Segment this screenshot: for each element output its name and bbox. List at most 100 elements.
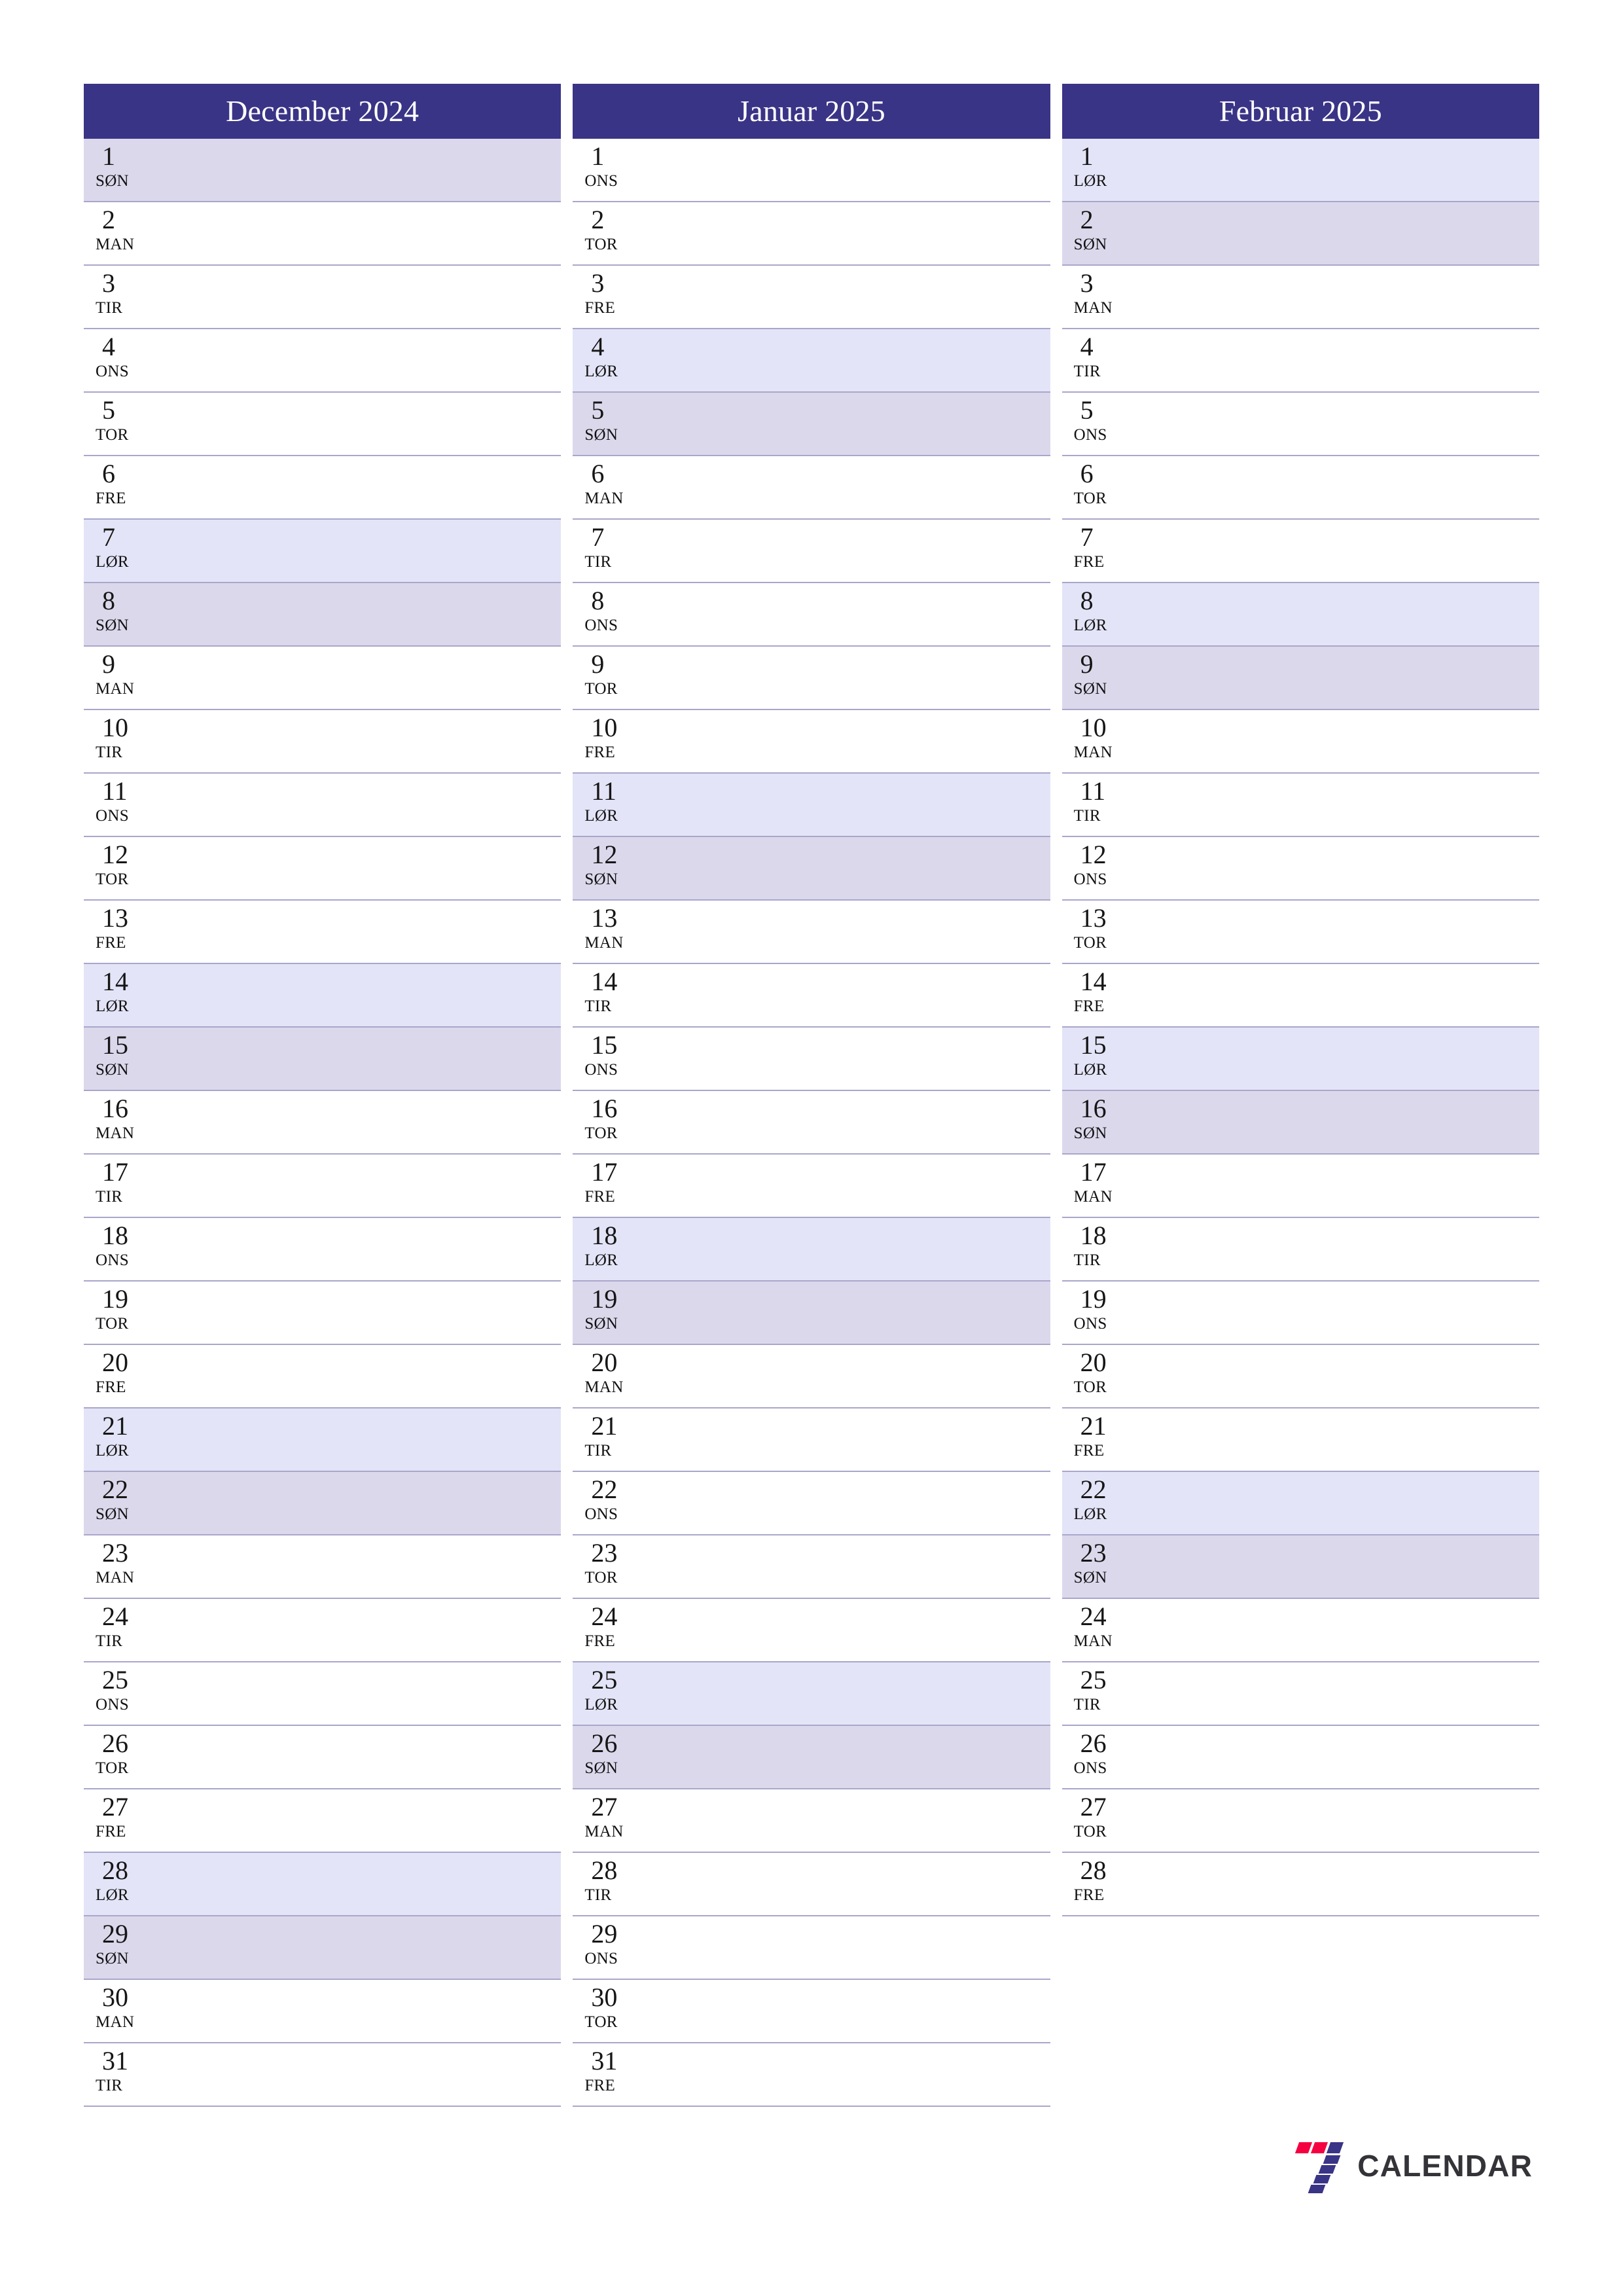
day-row[interactable]: 29 SØN <box>84 1916 562 1980</box>
day-row[interactable]: 19 SØN <box>573 1282 1050 1345</box>
day-row[interactable]: 26 TOR <box>84 1726 562 1789</box>
day-number: 19 <box>1080 1284 1107 1314</box>
day-row[interactable]: 28 LØR <box>84 1853 562 1916</box>
day-row[interactable]: 22 ONS <box>573 1472 1050 1535</box>
day-row[interactable]: 5 ONS <box>1061 393 1539 456</box>
day-row[interactable]: 6 TOR <box>1061 456 1539 520</box>
day-row[interactable]: 31 FRE <box>573 2043 1050 2107</box>
day-row[interactable]: 2 TOR <box>573 202 1050 266</box>
day-row[interactable]: 20 TOR <box>1061 1345 1539 1408</box>
day-row[interactable]: 25 TIR <box>1061 1662 1539 1726</box>
day-row[interactable]: 10 TIR <box>84 710 562 774</box>
day-row[interactable]: 24 TIR <box>84 1599 562 1662</box>
day-row[interactable]: 27 FRE <box>84 1789 562 1853</box>
day-row[interactable]: 29 ONS <box>573 1916 1050 1980</box>
day-row[interactable]: 2 MAN <box>84 202 562 266</box>
day-row[interactable]: 22 SØN <box>84 1472 562 1535</box>
day-row[interactable]: 17 FRE <box>573 1155 1050 1218</box>
day-row[interactable]: 20 MAN <box>573 1345 1050 1408</box>
day-row[interactable]: 14 TIR <box>573 964 1050 1028</box>
day-row[interactable]: 17 MAN <box>1061 1155 1539 1218</box>
day-row[interactable]: 13 TOR <box>1061 901 1539 964</box>
day-row[interactable]: 16 SØN <box>1061 1091 1539 1155</box>
day-row[interactable]: 8 ONS <box>573 583 1050 647</box>
day-row[interactable]: 18 TIR <box>1061 1218 1539 1282</box>
day-row[interactable]: 24 MAN <box>1061 1599 1539 1662</box>
day-row[interactable]: 15 SØN <box>84 1028 562 1091</box>
day-row[interactable]: 10 FRE <box>573 710 1050 774</box>
day-row[interactable]: 11 LØR <box>573 774 1050 837</box>
day-row[interactable]: 4 TIR <box>1061 329 1539 393</box>
day-row[interactable]: 17 TIR <box>84 1155 562 1218</box>
day-row[interactable]: 27 MAN <box>573 1789 1050 1853</box>
day-row[interactable]: 14 FRE <box>1061 964 1539 1028</box>
day-row[interactable]: 11 ONS <box>84 774 562 837</box>
day-row[interactable]: 3 TIR <box>84 266 562 329</box>
day-row[interactable]: 11 TIR <box>1061 774 1539 837</box>
day-row[interactable]: 28 TIR <box>573 1853 1050 1916</box>
day-row[interactable]: 25 LØR <box>573 1662 1050 1726</box>
day-row[interactable]: 19 ONS <box>1061 1282 1539 1345</box>
day-row[interactable]: 26 ONS <box>1061 1726 1539 1789</box>
day-row[interactable]: 21 TIR <box>573 1408 1050 1472</box>
day-row[interactable]: 1 ONS <box>573 139 1050 202</box>
day-row[interactable]: 25 ONS <box>84 1662 562 1726</box>
day-row[interactable]: 27 TOR <box>1061 1789 1539 1853</box>
day-row[interactable]: 9 MAN <box>84 647 562 710</box>
day-row[interactable]: 3 FRE <box>573 266 1050 329</box>
day-row[interactable]: 23 MAN <box>84 1535 562 1599</box>
day-row[interactable]: 18 LØR <box>573 1218 1050 1282</box>
day-row[interactable]: 21 LØR <box>84 1408 562 1472</box>
day-row[interactable]: 5 SØN <box>573 393 1050 456</box>
day-weekday-label: SØN <box>584 870 618 888</box>
day-row[interactable]: 1 SØN <box>84 139 562 202</box>
day-row[interactable]: 28 FRE <box>1061 1853 1539 1916</box>
day-row[interactable]: 4 ONS <box>84 329 562 393</box>
day-row[interactable]: 7 LØR <box>84 520 562 583</box>
day-weekday-label: FRE <box>96 1378 126 1396</box>
day-weekday-label: ONS <box>1073 426 1107 444</box>
day-row[interactable]: 26 SØN <box>573 1726 1050 1789</box>
day-row[interactable]: 1 LØR <box>1061 139 1539 202</box>
day-row[interactable]: 2 SØN <box>1061 202 1539 266</box>
day-row[interactable]: 12 TOR <box>84 837 562 901</box>
day-row[interactable]: 3 MAN <box>1061 266 1539 329</box>
day-row[interactable]: 31 TIR <box>84 2043 562 2107</box>
day-row[interactable]: 7 TIR <box>573 520 1050 583</box>
day-number: 27 <box>1080 1792 1107 1821</box>
day-row[interactable]: 19 TOR <box>84 1282 562 1345</box>
day-weekday-label: MAN <box>96 236 135 253</box>
day-row[interactable]: 12 ONS <box>1061 837 1539 901</box>
day-row[interactable]: 23 TOR <box>573 1535 1050 1599</box>
day-row[interactable]: 10 MAN <box>1061 710 1539 774</box>
day-row[interactable]: 5 TOR <box>84 393 562 456</box>
day-row[interactable]: 13 MAN <box>573 901 1050 964</box>
day-weekday-label: TOR <box>584 1124 618 1142</box>
day-row[interactable]: 7 FRE <box>1061 520 1539 583</box>
day-row[interactable]: 16 TOR <box>573 1091 1050 1155</box>
day-number: 13 <box>591 903 618 933</box>
day-row[interactable]: 8 SØN <box>84 583 562 647</box>
day-row[interactable]: 24 FRE <box>573 1599 1050 1662</box>
day-row[interactable]: 16 MAN <box>84 1091 562 1155</box>
day-row[interactable]: 4 LØR <box>573 329 1050 393</box>
day-row[interactable]: 30 TOR <box>573 1980 1050 2043</box>
day-number: 17 <box>591 1157 618 1187</box>
day-row[interactable]: 30 MAN <box>84 1980 562 2043</box>
day-row[interactable]: 14 LØR <box>84 964 562 1028</box>
day-row[interactable]: 23 SØN <box>1061 1535 1539 1599</box>
day-row[interactable]: 15 ONS <box>573 1028 1050 1091</box>
day-row[interactable]: 12 SØN <box>573 837 1050 901</box>
day-row[interactable]: 6 FRE <box>84 456 562 520</box>
day-row[interactable]: 13 FRE <box>84 901 562 964</box>
day-row[interactable]: 18 ONS <box>84 1218 562 1282</box>
day-row[interactable]: 20 FRE <box>84 1345 562 1408</box>
day-row[interactable]: 8 LØR <box>1061 583 1539 647</box>
day-row[interactable]: 9 SØN <box>1061 647 1539 710</box>
day-row[interactable]: 9 TOR <box>573 647 1050 710</box>
day-row[interactable]: 21 FRE <box>1061 1408 1539 1472</box>
day-number: 2 <box>591 205 605 234</box>
day-row[interactable]: 15 LØR <box>1061 1028 1539 1091</box>
day-row[interactable]: 22 LØR <box>1061 1472 1539 1535</box>
day-row[interactable]: 6 MAN <box>573 456 1050 520</box>
